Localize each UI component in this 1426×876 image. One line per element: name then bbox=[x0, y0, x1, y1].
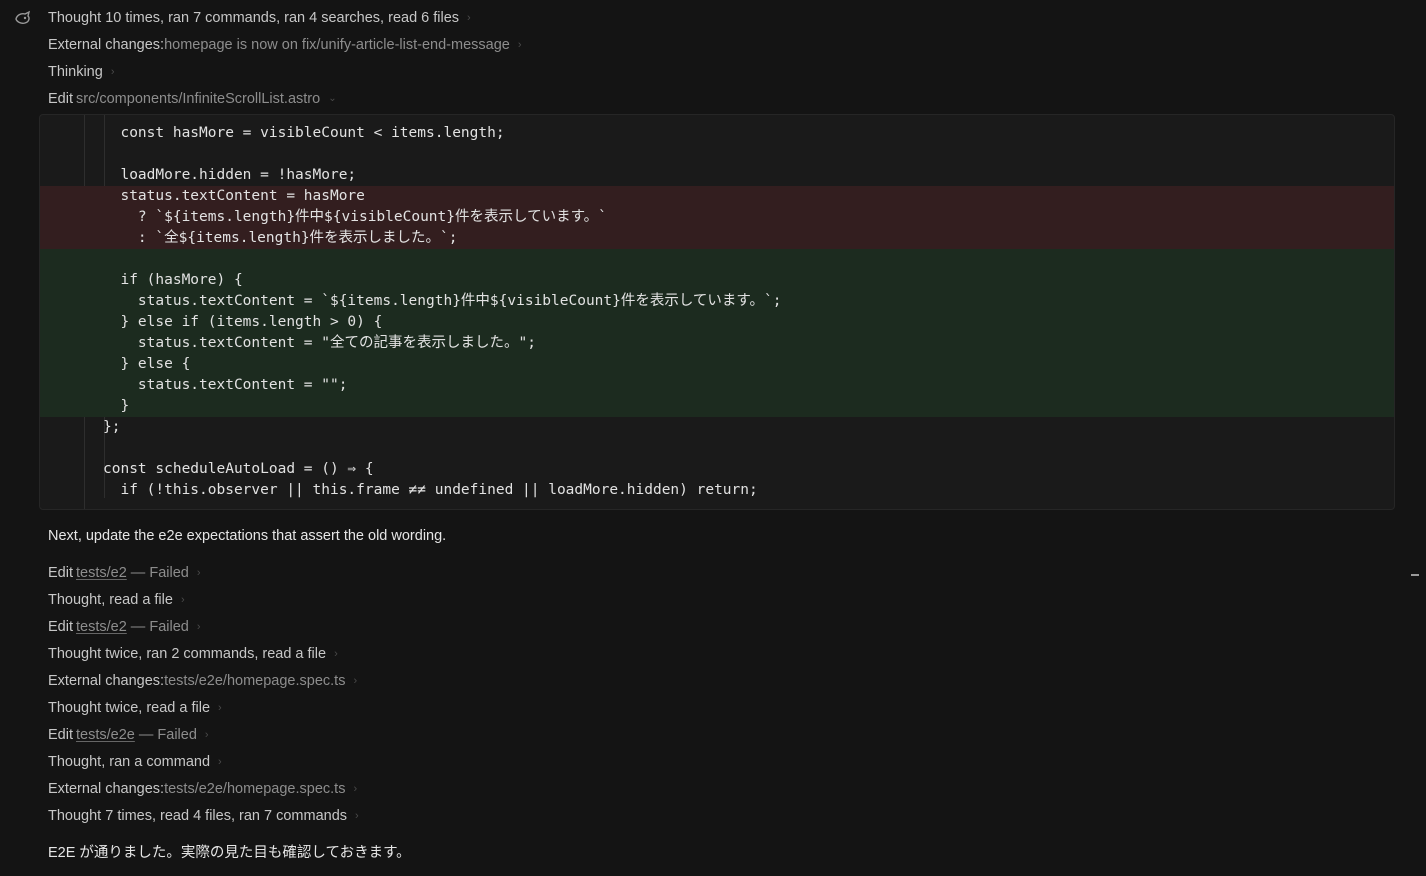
chevron-right-icon: › bbox=[355, 810, 359, 822]
code-line-removed: ? `${items.length}件中${visibleCount}件を表示し… bbox=[40, 207, 1394, 228]
step-label: Thinking bbox=[48, 64, 103, 80]
step-label: External changes: bbox=[48, 673, 165, 689]
step-label: Thought twice, ran 2 commands, read a fi… bbox=[48, 646, 327, 662]
chevron-down-icon: ⌄ bbox=[328, 93, 337, 104]
code-line: const hasMore = visibleCount < items.len… bbox=[40, 123, 1394, 144]
code-text: const hasMore = visibleCount < items.len… bbox=[103, 125, 505, 141]
code-line-removed: : `全${items.length}件を表示しました。`; bbox=[40, 228, 1394, 249]
code-line-added: if (hasMore) { bbox=[40, 270, 1394, 291]
chevron-right-icon: › bbox=[180, 594, 185, 606]
step-thought[interactable]: Thought, read a file › bbox=[48, 589, 191, 611]
assistant-message: E2E が通りました。実際の見た目も確認しておきます。 bbox=[48, 845, 411, 861]
code-text: ? `${items.length}件中${visibleCount}件を表示し… bbox=[103, 209, 607, 225]
step-file-link[interactable]: tests/e2 bbox=[76, 562, 127, 584]
step-thought[interactable]: Thought twice, read a file › bbox=[48, 697, 228, 719]
step-thought[interactable]: Thought, ran a command › bbox=[48, 751, 228, 773]
step-external-changes[interactable]: External changes: homepage is now on fix… bbox=[48, 34, 528, 56]
step-label: External changes: bbox=[48, 37, 165, 53]
step-label: Edit bbox=[48, 727, 73, 743]
step-label: Thought twice, read a file bbox=[48, 700, 211, 716]
code-line-added: status.textContent = `${items.length}件中$… bbox=[40, 291, 1394, 312]
step-label: Thought 7 times, read 4 files, ran 7 com… bbox=[48, 808, 348, 824]
code-text: if (hasMore) { bbox=[103, 272, 243, 288]
step-label: Thought, ran a command bbox=[48, 754, 211, 770]
step-status: — Failed bbox=[126, 565, 189, 581]
step-external-changes[interactable]: External changes: tests/e2e/homepage.spe… bbox=[48, 670, 363, 692]
chevron-right-icon: › bbox=[204, 729, 209, 741]
code-text: if (!this.observer || this.frame ≠≠ unde… bbox=[103, 482, 758, 498]
scroll-indicator[interactable] bbox=[1411, 574, 1419, 576]
code-diff-block[interactable]: const hasMore = visibleCount < items.len… bbox=[39, 114, 1395, 510]
step-label: Edit bbox=[48, 619, 73, 635]
step-file-path[interactable]: src/components/InfiniteScrollList.astro bbox=[76, 88, 320, 110]
code-line: loadMore.hidden = !hasMore; bbox=[40, 165, 1394, 186]
agent-icon bbox=[14, 9, 32, 27]
step-label: Thought, read a file bbox=[48, 592, 173, 608]
code-line: if (!this.observer || this.frame ≠≠ unde… bbox=[40, 480, 1394, 501]
step-edit-failed[interactable]: Edit tests/e2 — Failed › bbox=[48, 616, 207, 638]
chevron-right-icon: › bbox=[353, 783, 358, 795]
code-line-added: status.textContent = ""; bbox=[40, 375, 1394, 396]
code-line-added: status.textContent = "全ての記事を表示しました。"; bbox=[40, 333, 1394, 354]
chevron-right-icon: › bbox=[196, 567, 201, 579]
code-text: const scheduleAutoLoad = () ⇒ { bbox=[103, 461, 374, 477]
code-text: status.textContent = hasMore bbox=[103, 188, 365, 204]
code-text: status.textContent = "全ての記事を表示しました。"; bbox=[103, 335, 536, 351]
step-edit-file[interactable]: Edit src/components/InfiniteScrollList.a… bbox=[48, 88, 338, 110]
step-edit-failed[interactable]: Edit tests/e2e — Failed › bbox=[48, 724, 215, 746]
code-text: status.textContent = `${items.length}件中$… bbox=[103, 293, 782, 309]
code-line: }; bbox=[40, 417, 1394, 438]
step-thinking[interactable]: Thinking › bbox=[48, 61, 121, 83]
step-file-link[interactable]: tests/e2 bbox=[76, 616, 127, 638]
chevron-right-icon: › bbox=[218, 702, 222, 714]
step-label: Edit bbox=[48, 91, 73, 107]
chevron-right-icon: › bbox=[467, 12, 471, 24]
step-status: — Failed bbox=[134, 727, 197, 743]
step-summary-thought[interactable]: Thought 10 times, ran 7 commands, ran 4 … bbox=[48, 7, 477, 29]
code-text: } bbox=[103, 398, 130, 414]
step-file-link[interactable]: tests/e2e bbox=[76, 724, 135, 746]
code-text: loadMore.hidden = !hasMore; bbox=[103, 167, 357, 183]
assistant-message: Next, update the e2e expectations that a… bbox=[48, 528, 447, 544]
step-status: — Failed bbox=[126, 619, 189, 635]
chevron-right-icon: › bbox=[353, 675, 358, 687]
code-line-removed: status.textContent = hasMore bbox=[40, 186, 1394, 207]
chevron-right-icon: › bbox=[334, 648, 338, 660]
code-text: status.textContent = ""; bbox=[103, 377, 348, 393]
step-thought[interactable]: Thought twice, ran 2 commands, read a fi… bbox=[48, 643, 344, 665]
step-edit-failed[interactable]: Edit tests/e2 — Failed › bbox=[48, 562, 207, 584]
code-line: const scheduleAutoLoad = () ⇒ { bbox=[40, 459, 1394, 480]
chevron-right-icon: › bbox=[110, 66, 115, 78]
chevron-right-icon: › bbox=[196, 621, 201, 633]
step-external-changes[interactable]: External changes: tests/e2e/homepage.spe… bbox=[48, 778, 363, 800]
code-text: } else if (items.length > 0) { bbox=[103, 314, 383, 330]
step-label: External changes: bbox=[48, 781, 165, 797]
code-line-added bbox=[40, 249, 1394, 270]
step-label: Thought 10 times, ran 7 commands, ran 4 … bbox=[48, 10, 460, 26]
step-detail: tests/e2e/homepage.spec.ts bbox=[164, 781, 346, 797]
chevron-right-icon: › bbox=[218, 756, 222, 768]
code-text: : `全${items.length}件を表示しました。`; bbox=[103, 230, 458, 246]
step-detail: homepage is now on fix/unify-article-lis… bbox=[164, 37, 510, 53]
code-line-added: } else if (items.length > 0) { bbox=[40, 312, 1394, 333]
code-text: } else { bbox=[103, 356, 191, 372]
step-detail: tests/e2e/homepage.spec.ts bbox=[164, 673, 346, 689]
code-line-added: } else { bbox=[40, 354, 1394, 375]
step-thought[interactable]: Thought 7 times, read 4 files, ran 7 com… bbox=[48, 805, 365, 827]
step-label: Edit bbox=[48, 565, 73, 581]
chevron-right-icon: › bbox=[517, 39, 522, 51]
code-line-added: } bbox=[40, 396, 1394, 417]
code-text: }; bbox=[103, 419, 121, 435]
